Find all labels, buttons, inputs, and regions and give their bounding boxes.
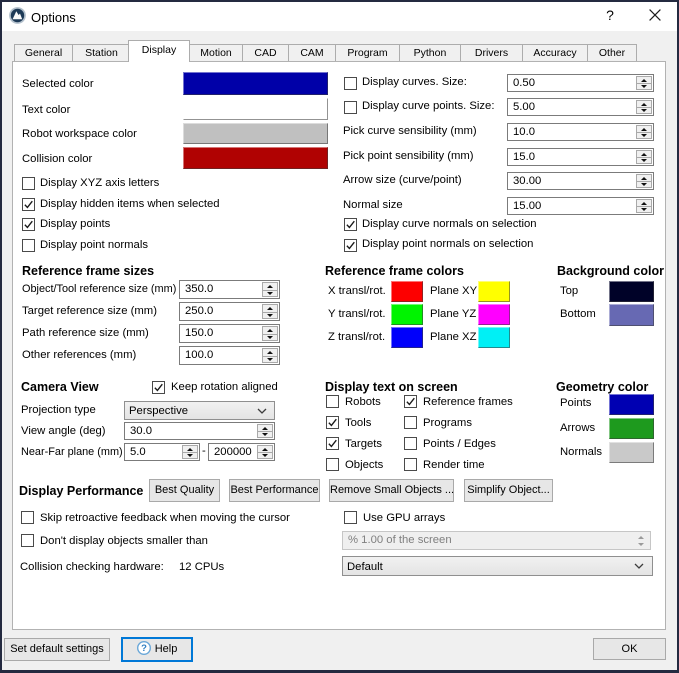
svg-text:?: ? <box>141 643 147 654</box>
